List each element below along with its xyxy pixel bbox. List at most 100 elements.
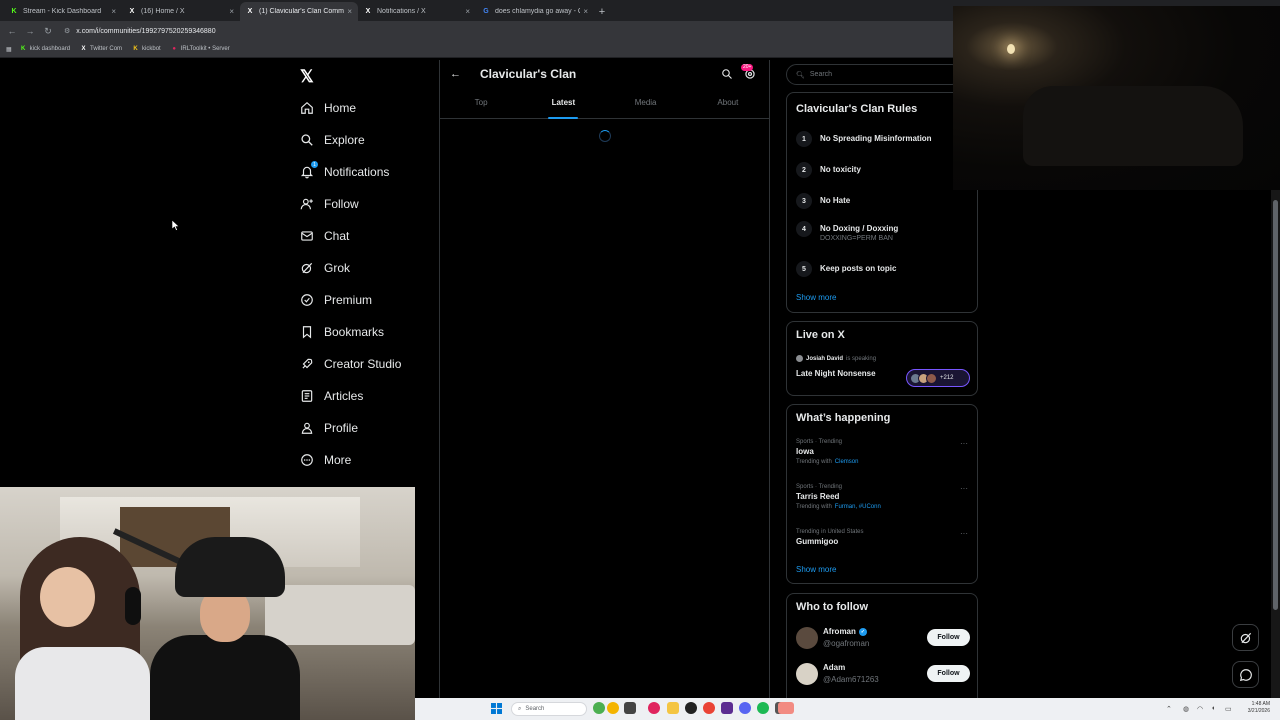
new-tab-button[interactable]: + <box>594 2 610 21</box>
browser-tab[interactable]: Gdoes chlamydia go away - Goo× <box>476 2 594 21</box>
volume-icon[interactable]: ◖ <box>1211 705 1215 712</box>
tab-latest[interactable]: Latest <box>522 89 604 119</box>
trend-item[interactable]: Trending in United States Gummigoo ··· <box>796 529 968 546</box>
nav-item-more[interactable]: More <box>300 451 351 469</box>
search-input[interactable]: 🔍︎ Search <box>786 64 962 85</box>
windows-start-icon[interactable] <box>491 703 502 714</box>
chat-button[interactable] <box>1232 661 1259 688</box>
trend-item[interactable]: Sports · Trending Iowa Trending with Clemso… <box>796 439 968 465</box>
rule-item[interactable]: 5 Keep posts on topic <box>796 261 896 277</box>
rule-text: No toxicity <box>820 165 861 174</box>
bookmark-item[interactable]: X Twitter Com <box>80 46 123 53</box>
trend-item[interactable]: Sports · Trending Tarris Reed Trending wit… <box>796 484 968 510</box>
url-field[interactable]: ⚙ x.com/i/communities/1992797520259346880 <box>64 27 216 36</box>
rules-show-more-link[interactable]: Show more <box>796 293 836 302</box>
microphone <box>125 587 141 625</box>
trend-more-icon[interactable]: ··· <box>960 484 968 493</box>
tray-icon[interactable]: ◍ <box>1183 705 1189 713</box>
tab-close-icon[interactable]: × <box>465 7 470 16</box>
spotify-icon[interactable] <box>757 702 769 714</box>
nav-item-home[interactable]: Home <box>300 99 356 117</box>
follow-suggestion[interactable]: Afroman ✓ @ogafroman Follow <box>796 625 970 651</box>
nav-item-profile[interactable]: Profile <box>300 419 358 437</box>
user-avatar[interactable] <box>796 627 818 649</box>
scrollbar-thumb[interactable] <box>1273 200 1278 610</box>
tab-close-icon[interactable]: × <box>583 7 588 16</box>
file-explorer-icon[interactable] <box>667 702 679 714</box>
user-avatar[interactable] <box>796 663 818 685</box>
tab-close-icon[interactable]: × <box>111 7 116 16</box>
tab-close-icon[interactable]: × <box>229 7 234 16</box>
nav-item-articles[interactable]: Articles <box>300 387 363 405</box>
trends-show-more-link[interactable]: Show more <box>796 565 836 574</box>
nav-item-notifications[interactable]: 1 Notifications <box>300 161 389 181</box>
trend-related-topics[interactable]: Furman, #UConn <box>835 504 881 510</box>
discord-icon[interactable] <box>739 702 751 714</box>
nav-item-explore[interactable]: Explore <box>300 131 365 149</box>
taskbar-search-box[interactable]: ⌕ Search <box>511 702 587 716</box>
app-icon[interactable] <box>648 702 660 714</box>
rule-item[interactable]: 2 No toxicity <box>796 162 861 178</box>
taskbar-clock[interactable]: 1:48 AM 3/21/2026 <box>1248 701 1270 715</box>
back-icon[interactable]: ← <box>6 26 18 36</box>
rule-item[interactable]: 3 No Hate <box>796 193 850 209</box>
weather-icon[interactable] <box>607 702 619 714</box>
rule-item[interactable]: 1 No Spreading Misinformation <box>796 131 932 147</box>
nav-item-premium[interactable]: Premium <box>300 291 372 309</box>
who-to-follow-card: Who to follow Afroman ✓ @ogafroman Follow Ad… <box>786 593 978 703</box>
space-title[interactable]: Late Night Nonsense <box>796 369 876 378</box>
site-info-icon[interactable]: ⚙ <box>64 27 70 35</box>
back-arrow-icon[interactable]: ← <box>450 68 461 80</box>
browser-tab[interactable]: K Stream - Kick Dashboard × <box>4 2 122 21</box>
windows-taskbar: ⌕ Search ⌃ ◍ ◠ ◖ ▭ 1:48 AM 3/21/2026 <box>415 698 1280 720</box>
follow-button[interactable]: Follow <box>927 665 970 682</box>
article-icon <box>300 389 314 403</box>
trend-more-icon[interactable]: ··· <box>960 439 968 448</box>
community-search-icon[interactable] <box>721 68 733 80</box>
bookmark-item[interactable]: Kkickbot <box>132 46 160 53</box>
follow-suggestion[interactable]: Adam @Adam671263 Follow <box>796 661 970 687</box>
live-speaker-row[interactable]: Josiah David is speaking <box>796 355 876 362</box>
space-listeners-pill[interactable]: +212 <box>906 369 970 387</box>
chrome-icon[interactable] <box>703 702 715 714</box>
tab-favicon-icon: X <box>365 8 371 15</box>
tab-media[interactable]: Media <box>605 89 687 118</box>
x-logo-icon[interactable]: 𝕏 <box>300 67 314 87</box>
tab-close-icon[interactable]: × <box>347 7 352 16</box>
task-view-icon[interactable] <box>624 702 636 714</box>
nav-item-bookmarks[interactable]: Bookmarks <box>300 323 384 341</box>
user-name[interactable]: Afroman ✓ <box>823 627 867 636</box>
battery-icon[interactable]: ▭ <box>1225 705 1232 713</box>
tab-about[interactable]: About <box>687 89 769 118</box>
forward-icon[interactable]: → <box>24 26 36 36</box>
nav-item-creator-studio[interactable]: Creator Studio <box>300 355 401 373</box>
nav-item-grok[interactable]: Grok <box>300 259 350 277</box>
trend-category: Sports · Trending <box>796 439 843 445</box>
wifi-icon[interactable]: ◠ <box>1197 705 1203 713</box>
rule-item[interactable]: 4 No Doxing / Doxxing DOXXING=PERM BAN <box>796 221 898 242</box>
bookmark-item[interactable]: ● IRLToolkit • Server <box>171 46 229 53</box>
user-name[interactable]: Adam <box>823 663 845 672</box>
browser-tab[interactable]: X (16) Home / X × <box>122 2 240 21</box>
follow-button[interactable]: Follow <box>927 629 970 646</box>
active-app-icon[interactable] <box>778 702 794 714</box>
nav-item-label: Creator Studio <box>324 357 402 371</box>
trend-more-icon[interactable]: ··· <box>960 529 968 538</box>
app-icon-purple[interactable] <box>721 702 733 714</box>
app-icon-dark[interactable] <box>685 702 697 714</box>
grok-button[interactable] <box>1232 624 1259 651</box>
nav-item-follow[interactable]: Follow <box>300 195 359 213</box>
trend-related-topics[interactable]: Clemson <box>835 459 859 465</box>
browser-tab[interactable]: X Notifications / X × <box>358 2 476 21</box>
nav-item-chat[interactable]: Chat <box>300 227 349 245</box>
reload-icon[interactable]: ↻ <box>42 26 54 37</box>
apps-icon[interactable]: ▦ <box>6 46 12 53</box>
who-to-follow-title: Who to follow <box>796 601 869 613</box>
tab-top[interactable]: Top <box>440 89 522 118</box>
tray-overflow-icon[interactable]: ⌃ <box>1166 705 1172 713</box>
page-scrollbar[interactable] <box>1271 190 1280 700</box>
bookmark-item[interactable]: Kkick dashboard <box>20 46 70 53</box>
browser-tab[interactable]: X (1) Clavicular's Clan Communit× <box>240 2 358 21</box>
tab-favicon-icon: G <box>483 8 489 15</box>
widgets-icon[interactable] <box>593 702 605 714</box>
